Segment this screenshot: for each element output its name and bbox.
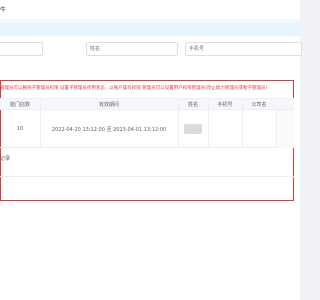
header-name: 姓名: [187, 102, 198, 108]
header-valid-period: 有效期间: [98, 102, 119, 108]
footer-area: [0, 268, 300, 300]
cell-valid-period: 2022-04-20 13:12:00 至 2023-04-01 13:12:0…: [51, 127, 167, 133]
page-title: 牛: [0, 7, 7, 14]
filter-input[interactable]: [0, 42, 43, 56]
info-banner: [0, 22, 300, 36]
header-company: 公司名: [251, 102, 267, 108]
blurred-name: [184, 124, 202, 134]
filter-row: [0, 42, 302, 58]
row-action-cell[interactable]: [276, 110, 294, 148]
table-row[interactable]: 10 2022-04-20 13:12:00 至 2023-04-01 13:1…: [0, 110, 294, 148]
page: 牛 管理员可以删除子管理员权限 设置子管理员停用状态 , 以账户操作权限 管理员…: [0, 0, 302, 300]
permission-note: 管理员可以删除子管理员权限 设置子管理员停用状态 , 以账户操作权限 管理员可以…: [0, 86, 268, 91]
header-store-count: 能门店数: [9, 102, 30, 108]
name-input[interactable]: [86, 42, 178, 56]
divider: [0, 176, 294, 177]
phone-input[interactable]: [185, 42, 302, 56]
table-header: 能门店数 有效期间 姓名 手机号 公司名: [0, 98, 294, 110]
record-link[interactable]: 记录: [0, 155, 10, 162]
title-bar: 牛: [0, 0, 300, 21]
cell-store-count: 10: [16, 126, 24, 132]
header-phone: 手机号: [217, 102, 233, 108]
